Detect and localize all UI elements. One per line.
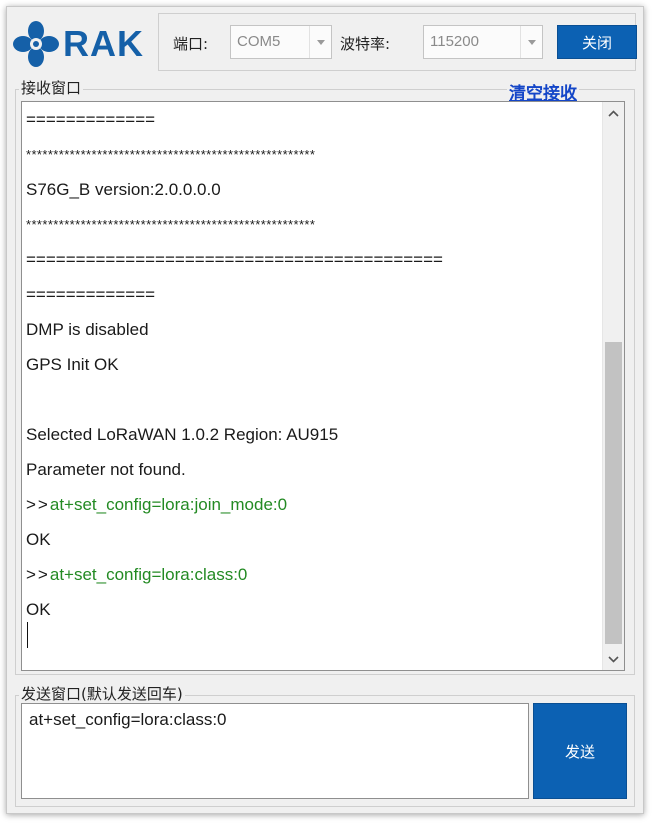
scrollbar-thumb[interactable] (605, 342, 622, 644)
command-text: at+set_config=lora:join_mode:0 (49, 495, 288, 514)
command-prompt: >> (26, 495, 50, 514)
close-port-button[interactable]: 关闭 (557, 25, 637, 59)
baud-value: 115200 (430, 33, 479, 50)
receive-line (26, 382, 596, 417)
receive-line: GPS Init OK (26, 355, 119, 374)
receive-line: ============= (26, 285, 156, 304)
send-button[interactable]: 发送 (533, 703, 627, 799)
receive-line: OK (26, 530, 51, 549)
receive-line: OK (26, 600, 51, 619)
port-value: COM5 (237, 33, 281, 50)
receive-line: Selected LoRaWAN 1.0.2 Region: AU915 (26, 425, 339, 444)
logo-text: RAK (63, 23, 144, 64)
serial-tool-window: RAK 端口: COM5 波特率: 115200 关闭 接收窗口 清空接收 ==… (6, 6, 644, 814)
baud-label: 波特率: (340, 35, 391, 53)
receive-line: ****************************************… (26, 217, 316, 232)
chevron-up-icon[interactable] (603, 102, 624, 124)
receive-line: >>at+set_config=lora:join_mode:0 (26, 487, 596, 522)
port-select[interactable]: COM5 (230, 25, 332, 59)
baud-select[interactable]: 115200 (423, 25, 543, 59)
receive-textarea[interactable]: ============= ***************************… (21, 101, 625, 671)
receive-line: ****************************************… (26, 147, 316, 162)
receive-line: Parameter not found. (26, 460, 186, 479)
receive-lines: ============= ***************************… (26, 102, 596, 627)
receive-line: DMP is disabled (26, 320, 149, 339)
text-cursor (27, 622, 28, 648)
connection-settings: 端口: COM5 波特率: 115200 关闭 (158, 13, 637, 71)
command-text: at+set_config=lora:class:0 (49, 565, 248, 584)
send-input[interactable]: at+set_config=lora:class:0 (21, 703, 529, 799)
rak-logo-icon (13, 21, 59, 67)
vertical-scrollbar[interactable] (602, 102, 624, 670)
receive-line: >>at+set_config=lora:class:0 (26, 557, 596, 592)
receive-line: S76G_B version:2.0.0.0.0 (26, 180, 221, 199)
receive-group-label: 接收窗口 (19, 77, 84, 98)
chevron-down-icon[interactable] (603, 648, 624, 670)
chevron-down-icon[interactable] (520, 26, 542, 58)
command-prompt: >> (26, 565, 50, 584)
chevron-down-icon[interactable] (309, 26, 331, 58)
port-label: 端口: (173, 35, 209, 53)
receive-line: ============= (26, 110, 156, 129)
send-group-label: 发送窗口(默认发送回车) (19, 683, 185, 704)
receive-line: ========================================… (26, 250, 443, 269)
rak-logo: RAK (13, 21, 158, 67)
